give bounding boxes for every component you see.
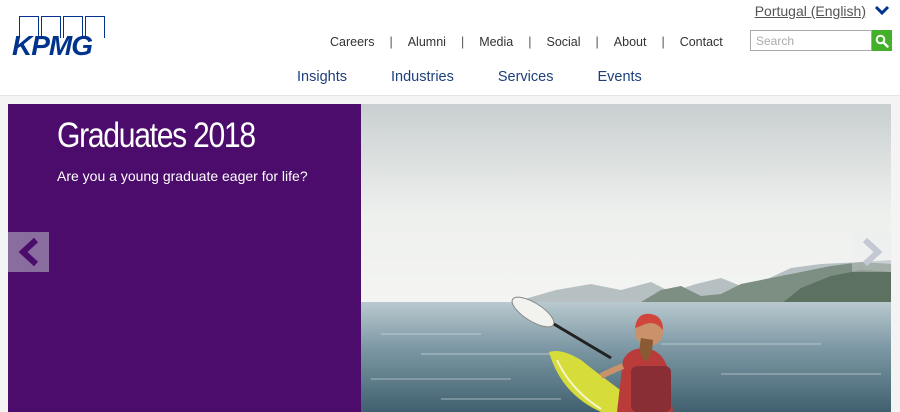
region-link[interactable]: Portugal (English) <box>755 3 866 19</box>
nav-services[interactable]: Services <box>498 69 554 85</box>
region-selector[interactable]: Portugal (English) <box>755 3 890 19</box>
nav-events[interactable]: Events <box>597 69 641 85</box>
kayaker-on-lake-photo <box>361 104 891 412</box>
hero-title: Graduates 2018 <box>57 116 256 155</box>
nav-separator: | <box>595 35 599 49</box>
search-box <box>750 30 892 51</box>
chevron-down-icon[interactable] <box>874 4 890 18</box>
hero-text-panel: Graduates 2018 Are you a young graduate … <box>8 104 361 412</box>
nav-social[interactable]: Social <box>546 35 580 49</box>
chevron-right-icon <box>862 237 883 267</box>
nav-separator: | <box>460 35 465 49</box>
carousel-next-button[interactable] <box>852 232 892 272</box>
main-nav: Insights Industries Services Events <box>297 69 686 85</box>
carousel-prev-button[interactable] <box>8 232 49 272</box>
chevron-left-icon <box>18 237 38 267</box>
hero-subtitle: Are you a young graduate eager for life? <box>57 168 308 184</box>
nav-media[interactable]: Media <box>479 35 513 49</box>
nav-careers[interactable]: Careers <box>330 35 374 49</box>
search-input[interactable] <box>750 30 872 51</box>
kpmg-logo[interactable]: KPMG <box>10 16 108 61</box>
utility-nav: Careers | Alumni | Media | Social | Abou… <box>330 35 723 49</box>
logo-text: KPMG <box>12 30 93 61</box>
nav-separator: | <box>528 35 532 49</box>
nav-separator: | <box>661 35 665 49</box>
nav-alumni[interactable]: Alumni <box>408 35 446 49</box>
nav-insights[interactable]: Insights <box>297 69 347 85</box>
hero-carousel[interactable]: Graduates 2018 Are you a young graduate … <box>8 104 891 412</box>
site-header: KPMG Portugal (English) Careers | Alumni… <box>0 0 900 96</box>
search-button[interactable] <box>872 30 892 51</box>
nav-about[interactable]: About <box>614 35 647 49</box>
nav-industries[interactable]: Industries <box>391 69 454 85</box>
search-icon <box>875 34 889 48</box>
nav-separator: | <box>389 35 393 49</box>
nav-contact[interactable]: Contact <box>680 35 723 49</box>
